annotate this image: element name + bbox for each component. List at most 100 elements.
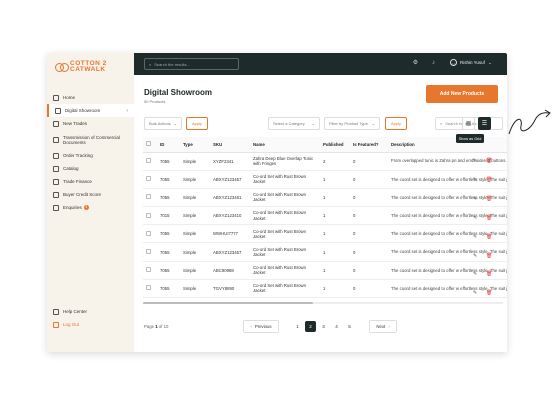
edit-icon[interactable]: ✎: [472, 290, 478, 296]
column-header-published[interactable]: Published: [320, 137, 350, 153]
delete-icon[interactable]: 🗑: [486, 253, 492, 259]
column-header-description[interactable]: Description: [388, 137, 507, 153]
sidebar-item-catalog[interactable]: Catalog: [47, 162, 134, 175]
cell-sku: ABXYZ123457: [210, 170, 250, 189]
cell-name: Co-ord Set with Rust Brown Jacket: [250, 242, 320, 262]
settings-icon[interactable]: ⚙: [412, 60, 419, 67]
edit-icon[interactable]: ✎: [472, 196, 478, 202]
tracking-icon: [53, 152, 59, 159]
column-header-id[interactable]: ID: [157, 137, 180, 153]
brand-logo[interactable]: COTTON 2 CATWALK: [55, 60, 107, 73]
edit-icon[interactable]: ✎: [472, 234, 478, 240]
cell-published: 1: [320, 206, 350, 226]
column-header-name[interactable]: Name: [250, 137, 320, 153]
table-row[interactable]: 7055 Simple WWHUI7777 Co-ord Set with Rust …: [143, 224, 507, 244]
column-header-featured[interactable]: Is Featured?: [350, 137, 388, 153]
showroom-icon: [55, 107, 61, 114]
sidebar-item-commercial-documents[interactable]: Transmission of Commercial Documents: [47, 130, 134, 149]
filter-settings-button[interactable]: ☰: [478, 117, 491, 130]
documents-icon: [53, 136, 59, 143]
edit-icon[interactable]: ✎: [472, 158, 478, 164]
next-label: Next: [376, 324, 386, 329]
brand-line-2: CATWALK: [70, 66, 106, 73]
sidebar-item-home[interactable]: Home: [47, 91, 134, 104]
cell-name: Co-ord Set with Rust Brown Jacket: [250, 188, 320, 208]
page-number-3[interactable]: 3: [318, 321, 329, 332]
global-search-input[interactable]: ⌕ Search the results...: [144, 58, 239, 70]
products-table: ID Type SKU Name Published Is Featured? …: [143, 137, 507, 305]
row-checkbox[interactable]: [146, 285, 151, 291]
trades-icon: [53, 120, 59, 127]
sidebar-item-order-tracking[interactable]: Order Tracking: [47, 149, 134, 162]
sidebar-item-enquiries[interactable]: Enquiries 3: [47, 201, 134, 214]
cell-select: [143, 224, 157, 244]
category-select[interactable]: Select a Category ⌄: [268, 117, 320, 130]
row-checkbox[interactable]: [146, 212, 151, 218]
cell-type: Simple: [180, 224, 210, 244]
sliders-icon: ☰: [481, 121, 488, 127]
chevron-right-icon: ›: [126, 107, 128, 114]
sidebar-item-trade-finance[interactable]: Trade Finance: [47, 175, 134, 188]
page-number-4[interactable]: 4: [331, 321, 342, 332]
user-menu[interactable]: ◡ Rishin Yusuf ⌄: [450, 59, 492, 66]
sidebar-item-new-trades[interactable]: New Trades: [47, 117, 134, 130]
cell-name: Co-ord Set with Rust Brown Jacket: [250, 224, 320, 244]
column-header-type[interactable]: Type: [180, 137, 210, 153]
row-checkbox[interactable]: [146, 249, 151, 255]
edit-icon[interactable]: ✎: [472, 271, 478, 277]
sidebar-item-buyer-credit-score[interactable]: Buyer Credit Score: [47, 188, 134, 201]
row-checkbox[interactable]: [146, 267, 151, 273]
edit-icon[interactable]: ✎: [472, 177, 478, 183]
cell-id: 7055: [157, 224, 180, 244]
logout-link[interactable]: Log Out: [47, 318, 134, 331]
cell-type: Simple: [180, 279, 210, 299]
delete-icon[interactable]: 🗑: [486, 158, 492, 164]
page-number-1[interactable]: 1: [292, 321, 303, 332]
table-row[interactable]: 7055 Simple ABXYZ123461 Co-ord Set with Rus…: [143, 188, 507, 208]
apply-filter-button[interactable]: Apply: [385, 117, 407, 130]
table-body: 7055 Simple XYZF2341 Zahra Deep Blue Overla…: [143, 152, 507, 299]
sidebar-item-label: Buyer Credit Score: [63, 192, 102, 197]
product-type-select[interactable]: Filter by Product Type ⌄: [324, 117, 380, 130]
notification-bell-icon[interactable]: ♪: [430, 60, 437, 67]
user-name: Rishin Yusuf: [460, 60, 485, 65]
row-checkbox[interactable]: [146, 194, 151, 200]
next-page-button[interactable]: Next ›: [369, 320, 397, 333]
previous-page-button[interactable]: ‹ Previous: [243, 320, 279, 333]
cell-sku: ABC90988: [210, 261, 250, 280]
delete-icon[interactable]: 🗑: [486, 290, 492, 296]
delete-icon[interactable]: 🗑: [486, 196, 492, 202]
row-checkbox[interactable]: [146, 176, 151, 182]
table-row[interactable]: 7055 Simple ABC90988 Co-ord Set with Rust B…: [143, 261, 507, 280]
grid-view-button[interactable]: ▦: [462, 117, 475, 130]
table-row[interactable]: 7055 Simple ABXYZ123457 Co-ord Set with Rus…: [143, 242, 507, 262]
delete-icon[interactable]: 🗑: [486, 215, 492, 221]
table-horizontal-scrollbar[interactable]: [143, 302, 503, 304]
page-number-5[interactable]: 5: [344, 321, 355, 332]
table-row[interactable]: 7055 Simple ABXYZ123457 Co-ord Set with Rus…: [143, 170, 507, 189]
edit-icon[interactable]: ✎: [472, 215, 478, 221]
delete-icon[interactable]: 🗑: [486, 177, 492, 183]
user-avatar-icon: ◡: [450, 59, 457, 66]
table-row[interactable]: 7015 Simple ABXYZ123410 Co-ord Set with Rus…: [143, 206, 507, 226]
row-checkbox[interactable]: [146, 230, 151, 236]
cell-type: Simple: [180, 242, 210, 262]
table-row[interactable]: 7055 Simple TGVY8890 Co-ord Set with Rust B…: [143, 279, 507, 299]
edit-icon[interactable]: ✎: [472, 253, 478, 259]
page-number-2[interactable]: 2: [305, 321, 316, 332]
delete-icon[interactable]: 🗑: [486, 271, 492, 277]
search-icon: ⌕: [440, 121, 443, 126]
home-icon: [53, 94, 59, 101]
bulk-actions-select[interactable]: Bulk Actions ⌄: [144, 117, 182, 130]
delete-icon[interactable]: 🗑: [486, 234, 492, 240]
help-center-link[interactable]: Help Center: [47, 305, 134, 318]
sidebar-item-digital-showroom[interactable]: Digital Showroom ›: [47, 104, 134, 117]
table-row[interactable]: 7055 Simple XYZF2341 Zahra Deep Blue Overla…: [143, 152, 507, 171]
apply-bulk-button[interactable]: Apply: [186, 117, 208, 130]
row-checkbox[interactable]: [146, 158, 151, 164]
select-all-checkbox[interactable]: [146, 141, 151, 147]
add-new-products-button[interactable]: Add New Products: [426, 85, 498, 103]
scrollbar-thumb[interactable]: [143, 302, 313, 304]
cell-name: Zahra Deep Blue Overlap Tunic with Fring…: [250, 152, 320, 171]
column-header-sku[interactable]: SKU: [210, 137, 250, 153]
